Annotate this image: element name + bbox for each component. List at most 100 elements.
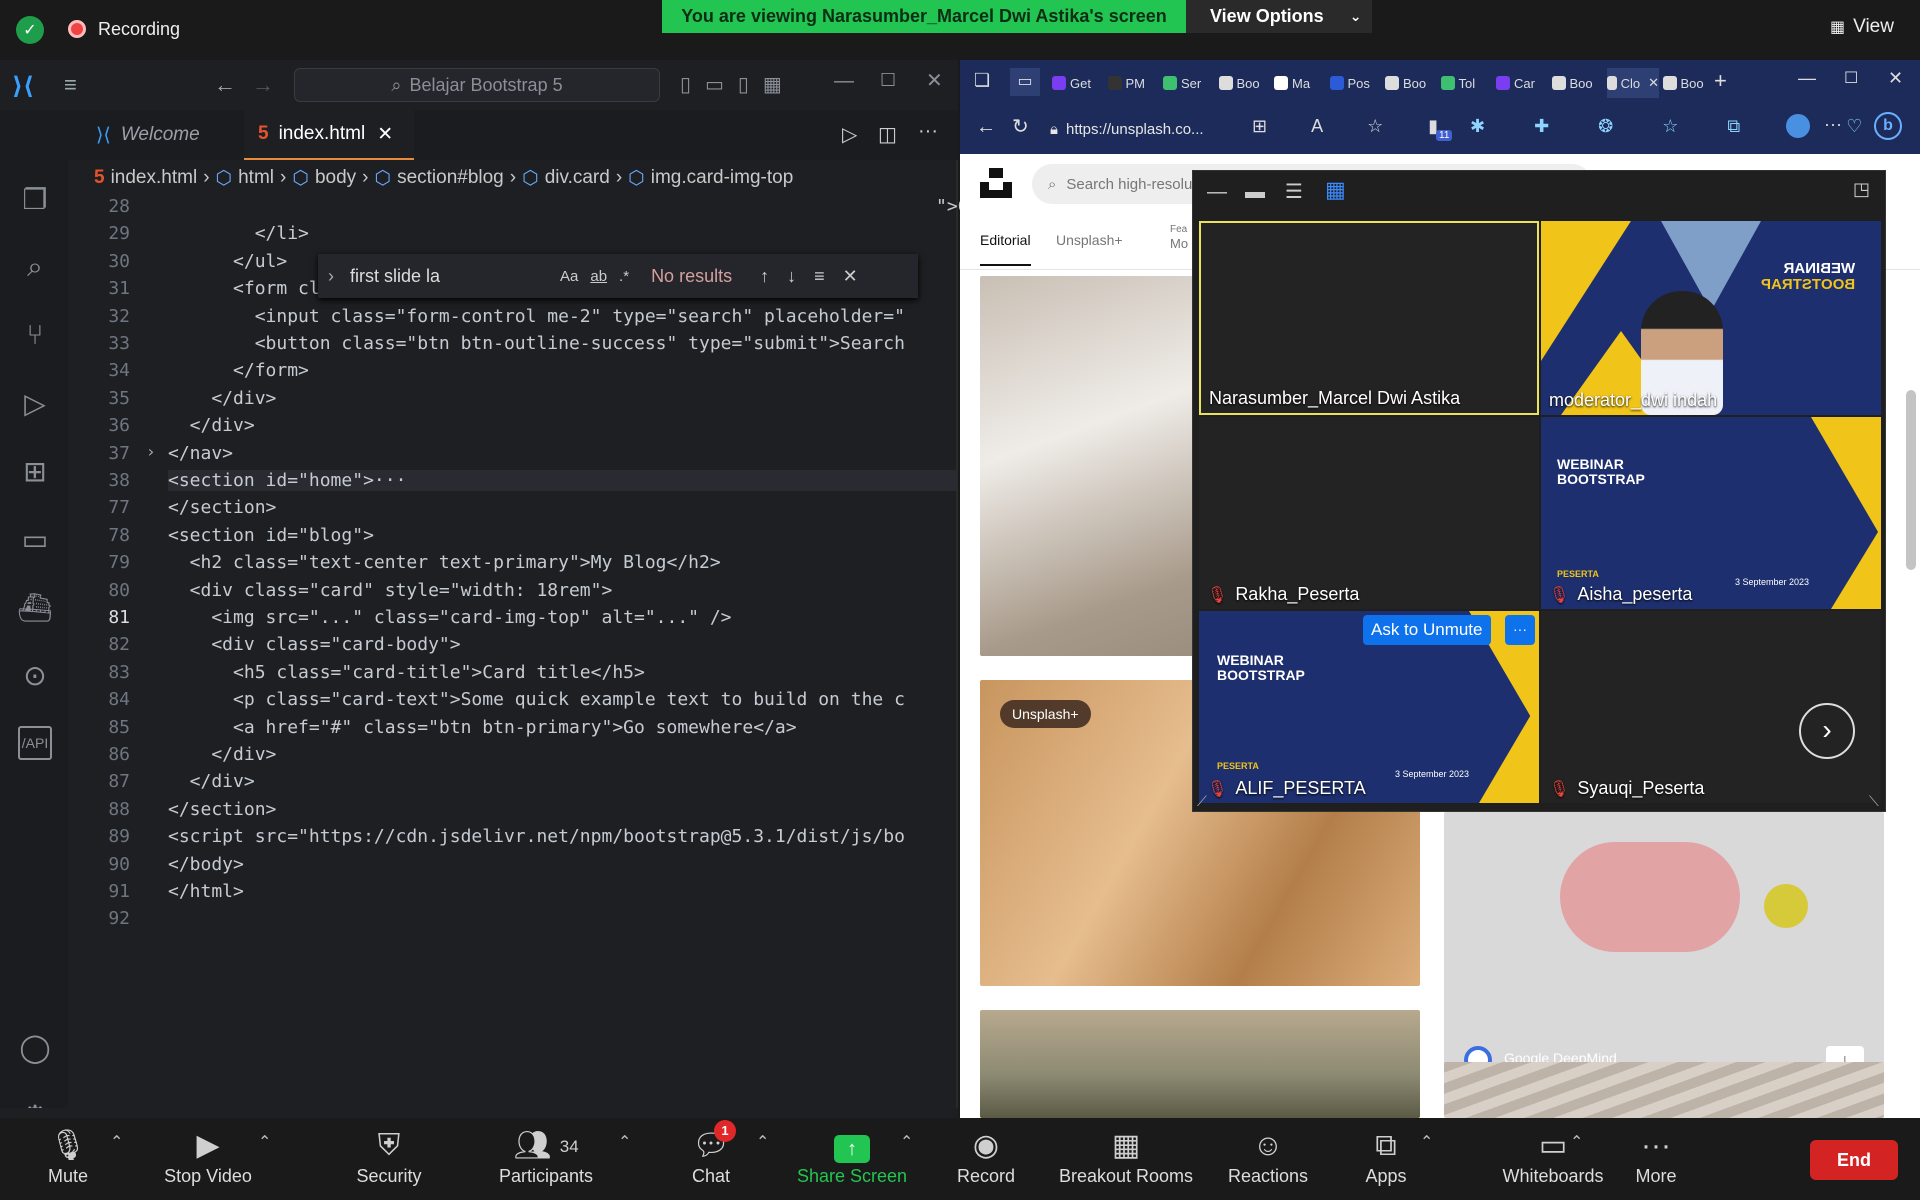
browser-tab[interactable]: Boo — [1551, 68, 1604, 98]
new-tab-icon[interactable]: + — [1714, 68, 1727, 94]
code-editor[interactable]: 2829 </li>30 </ul>31 <form class="d-flex… — [68, 196, 979, 1096]
nav-more[interactable]: Mo — [1170, 236, 1188, 251]
close-tab-icon[interactable]: ✕ — [377, 123, 393, 146]
participant-tile[interactable]: WEBINAR BOOTSTRAP PESERTA 3 September 20… — [1199, 611, 1539, 803]
find-input[interactable]: first slide la — [350, 266, 560, 287]
workspaces-icon[interactable]: ❏ — [974, 70, 990, 91]
chevron-up-icon[interactable]: ⌃ — [1420, 1132, 1433, 1152]
view-options-button[interactable]: View Options ⌄ — [1186, 0, 1372, 33]
previous-match-icon[interactable]: ↑ — [760, 266, 769, 287]
photo-tile[interactable] — [1444, 1062, 1884, 1118]
split-editor-icon[interactable]: ◫ — [878, 122, 897, 147]
nav-editorial[interactable]: Editorial — [980, 232, 1031, 266]
browser-tab[interactable]: Clo ✕ — [1607, 68, 1659, 98]
extensions-icon[interactable]: ⊞ — [18, 454, 52, 488]
run-icon[interactable]: ▷ — [842, 122, 857, 147]
more-options-button[interactable]: ··· — [1505, 615, 1535, 645]
refresh-icon[interactable]: ↻ — [1012, 114, 1029, 139]
ask-to-unmute-button[interactable]: Ask to Unmute — [1363, 615, 1491, 645]
fold-chevron-icon[interactable]: › — [146, 442, 156, 461]
url-field[interactable]: 🔒︎ https://unsplash.co... — [1050, 112, 1230, 146]
back-arrow-icon[interactable]: ← — [214, 72, 236, 98]
whole-word-toggle[interactable]: ab — [590, 268, 607, 285]
browser-tab[interactable]: PM — [1107, 68, 1160, 98]
next-match-icon[interactable]: ↓ — [787, 266, 796, 287]
back-arrow-icon[interactable]: ← — [976, 116, 996, 139]
strip-view-icon[interactable]: ☰ — [1285, 179, 1303, 204]
profile-avatar[interactable] — [1786, 114, 1810, 138]
browser-tab[interactable]: Boo — [1218, 68, 1271, 98]
participant-tile[interactable]: › 🎙︎ Syauqi_Peserta — [1541, 611, 1881, 803]
participant-tile[interactable]: Narasumber_Marcel Dwi Astika — [1199, 221, 1539, 415]
end-button[interactable]: End — [1810, 1140, 1898, 1180]
minimize-icon[interactable]: — — [1207, 181, 1227, 204]
participant-tile[interactable]: WEBINAR BOOTSTRAP moderator_dwi indah — [1541, 221, 1881, 415]
browser-tab[interactable]: Tol — [1440, 68, 1493, 98]
layout-icons[interactable]: ▯▭▯▦ — [680, 72, 796, 97]
account-icon[interactable]: ◯ — [18, 1030, 52, 1064]
browser-tab[interactable]: Boo — [1385, 68, 1437, 98]
exit-fullscreen-icon[interactable]: ◳ — [1853, 179, 1870, 200]
breakout-rooms-button[interactable]: ▦ Breakout Rooms — [1058, 1126, 1194, 1187]
breadcrumb-item[interactable]: body — [315, 167, 356, 189]
apps-button[interactable]: ⧉ Apps — [1364, 1126, 1408, 1187]
view-button[interactable]: ▦ View — [1830, 16, 1894, 38]
browser-tab[interactable]: Ma — [1274, 68, 1326, 98]
explorer-icon[interactable]: ❐ — [18, 182, 52, 216]
speaker-view-icon[interactable]: ▬ — [1245, 181, 1265, 204]
close-icon[interactable]: ✕ — [926, 68, 943, 93]
nav-featured[interactable]: Fea — [1170, 224, 1187, 235]
resize-handle-icon[interactable]: ⟍ — [1869, 793, 1879, 810]
unsplash-logo-icon[interactable] — [980, 168, 1012, 198]
nav-unsplash-plus[interactable]: Unsplash+ — [1056, 232, 1123, 248]
mute-button[interactable]: 🎙︎ Mute — [38, 1126, 98, 1187]
match-case-toggle[interactable]: Aa — [560, 268, 578, 285]
close-icon[interactable]: ✕ — [1888, 68, 1903, 89]
api-icon[interactable]: /API — [18, 726, 52, 760]
source-control-icon[interactable]: ⑂ — [18, 318, 52, 352]
run-debug-icon[interactable]: ▷ — [18, 386, 52, 420]
minimize-icon[interactable]: — — [1798, 68, 1816, 89]
breadcrumb-item[interactable]: section#blog — [397, 167, 504, 189]
find-in-selection-icon[interactable]: ≡ — [814, 266, 825, 287]
docker-icon[interactable]: ⛴ — [17, 590, 53, 624]
share-screen-button[interactable]: ↑ Share Screen — [796, 1126, 908, 1187]
security-button[interactable]: ⛨ Security — [344, 1126, 434, 1187]
remote-explorer-icon[interactable]: ▭ — [18, 522, 52, 556]
chevron-up-icon[interactable]: ⌃ — [1570, 1132, 1583, 1152]
shield-check-icon[interactable]: ✓ — [16, 16, 44, 44]
maximize-icon[interactable]: ☐ — [880, 70, 896, 91]
browser-tab[interactable]: Pos — [1329, 68, 1382, 98]
resize-handle-icon[interactable]: ⟋ — [1197, 793, 1207, 810]
participant-tile[interactable]: 🎙︎ Rakha_Peserta — [1199, 417, 1539, 609]
gallery-view-icon[interactable]: ▦ — [1325, 177, 1346, 203]
close-tab-icon[interactable]: ✕ — [1648, 75, 1659, 91]
chevron-up-icon[interactable]: ⌃ — [900, 1132, 913, 1152]
browser-tab[interactable]: Car — [1496, 68, 1548, 98]
extension-icons[interactable]: ✱ ✚ ❂ ☆ ⧉ ⤓ ♡ — [1470, 116, 1884, 137]
forward-arrow-icon[interactable]: → — [252, 72, 274, 98]
breadcrumb-item[interactable]: index.html — [111, 167, 198, 189]
copilot-icon[interactable]: b — [1874, 112, 1902, 140]
more-actions-icon[interactable]: ··· — [918, 120, 938, 143]
breadcrumb-item[interactable]: img.card-img-top — [651, 167, 794, 189]
next-page-icon[interactable]: › — [1799, 703, 1855, 759]
chevron-up-icon[interactable]: ⌃ — [110, 1132, 123, 1152]
chevron-up-icon[interactable]: ⌃ — [258, 1132, 271, 1152]
breadcrumb-item[interactable]: div.card — [545, 167, 610, 189]
participant-tile[interactable]: WEBINAR BOOTSTRAP PESERTA 3 September 20… — [1541, 417, 1881, 609]
browser-tab[interactable]: Get — [1052, 68, 1104, 98]
breadcrumb-item[interactable]: html — [238, 167, 274, 189]
tab-actions-icon[interactable]: ▭ — [1010, 68, 1040, 96]
chevron-up-icon[interactable]: ⌃ — [756, 1132, 769, 1152]
regex-toggle[interactable]: .* — [619, 268, 629, 285]
scrollbar[interactable] — [1906, 390, 1916, 570]
photo-tile[interactable]: Google DeepMind ↓ — [1444, 812, 1884, 1096]
tab-welcome[interactable]: ⟩⟨ Welcome — [82, 110, 242, 160]
maximize-icon[interactable]: ☐ — [1844, 68, 1858, 88]
participants-button[interactable]: 👥︎ 34 Participants — [490, 1126, 602, 1187]
more-icon[interactable]: ··· — [1824, 114, 1842, 135]
whiteboards-button[interactable]: ▭ Whiteboards — [1500, 1126, 1606, 1187]
reactions-button[interactable]: ☺︎ Reactions — [1226, 1126, 1310, 1187]
minimize-icon[interactable]: — — [834, 70, 854, 93]
